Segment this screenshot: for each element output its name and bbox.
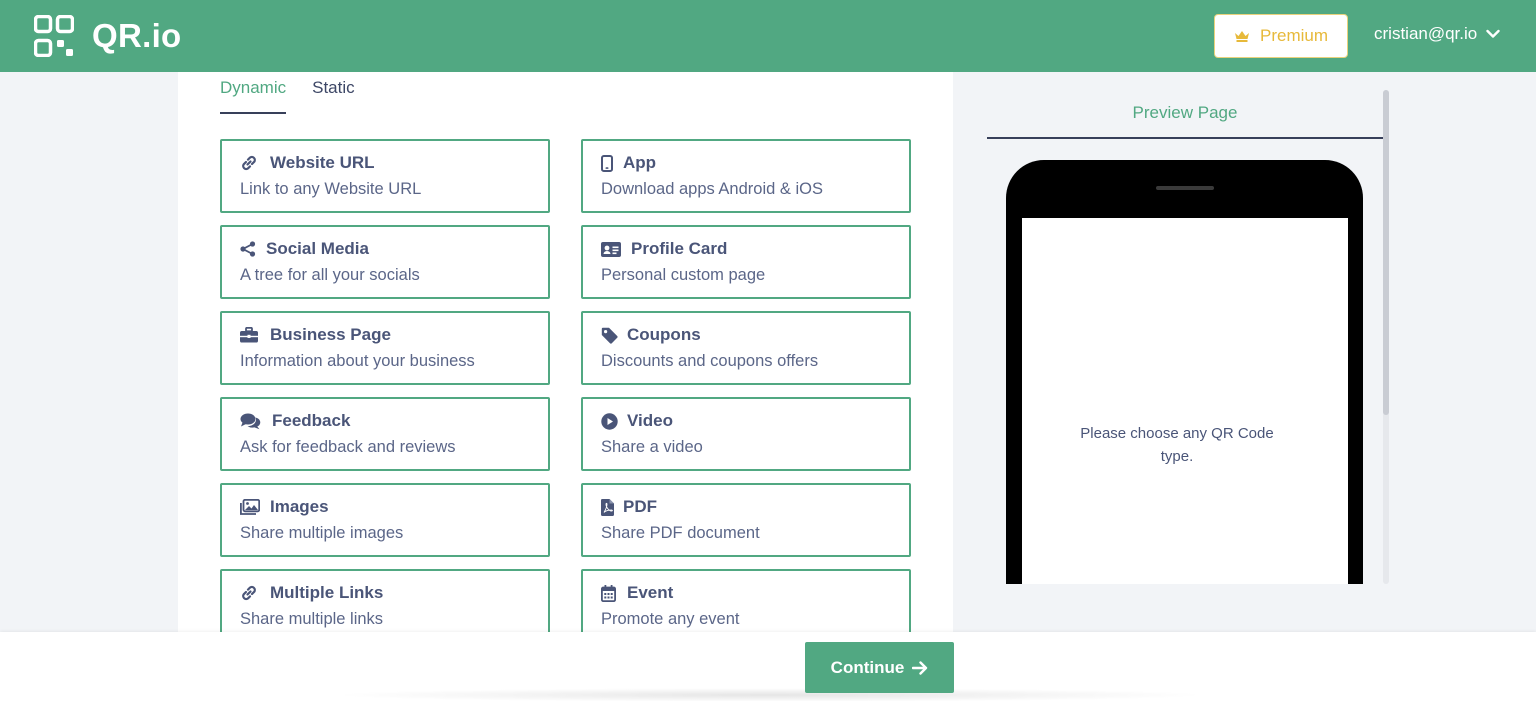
card-header: App [601,153,656,173]
footer-bar: Continue [0,632,1536,701]
card-description: Personal custom page [601,266,766,284]
card-title: Event [627,583,674,602]
crown-icon [1234,31,1249,42]
card-title: Business Page [270,325,391,344]
calendar-icon [601,584,619,602]
card-title: Feedback [272,411,351,430]
app-name: QR.io [92,17,182,54]
tab-static[interactable]: Static [312,78,355,114]
share-icon [240,241,258,257]
card-title: Social Media [266,239,369,258]
preview-page-tab: Preview Page [1132,103,1238,122]
qr-type-social-media[interactable]: Social Media A tree for all your socials [220,225,550,299]
card-header: Coupons [601,325,701,345]
card-description: Share multiple links [240,610,384,628]
id-card-icon [601,241,623,257]
play-circle-icon [601,412,619,430]
card-description: Share multiple images [240,524,404,542]
qr-type-video[interactable]: Video Share a video [581,397,911,471]
qr-logo-icon [34,15,74,57]
app-logo[interactable]: QR.io [34,15,182,57]
qr-type-app[interactable]: App Download apps Android & iOS [581,139,911,213]
qr-type-pdf[interactable]: PDF Share PDF document [581,483,911,557]
card-header: Website URL [240,153,375,173]
qr-type-feedback[interactable]: Feedback Ask for feedback and reviews [220,397,550,471]
mobile-icon [601,154,615,172]
qr-type-website-url[interactable]: Website URL Link to any Website URL [220,139,550,213]
arrow-right-icon [912,660,928,675]
tab-dynamic[interactable]: Dynamic [220,78,287,114]
qr-type-coupons[interactable]: Coupons Discounts and coupons offers [581,311,911,385]
link-icon [240,584,262,602]
card-description: Ask for feedback and reviews [240,438,456,456]
card-title: Images [270,497,329,516]
phone-screen: Please choose any QR Code type. [1022,218,1348,584]
pdf-file-icon [601,498,615,516]
footer-shadow [330,688,1210,701]
tag-icon [601,327,619,344]
briefcase-icon [240,327,262,343]
chevron-down-icon [1486,29,1500,38]
card-header: Social Media [240,239,369,259]
continue-label: Continue [830,657,905,677]
card-title: PDF [623,497,657,516]
preview-tab-underline [987,137,1383,139]
card-description: Discounts and coupons offers [601,352,819,370]
card-title: Profile Card [631,239,728,258]
qr-type-panel: Dynamic Static Website URL Link to any W… [178,72,953,643]
card-header: Images [240,497,329,517]
preview-placeholder-message: Please choose any QR Code type. [1080,425,1274,465]
phone-speaker [1156,186,1214,190]
phone-mockup: Please choose any QR Code type. [1006,160,1363,584]
card-header: PDF [601,497,657,517]
card-title: Coupons [627,325,701,344]
card-description: Link to any Website URL [240,180,422,198]
user-menu[interactable]: cristian@qr.io [1374,24,1500,44]
user-email: cristian@qr.io [1374,24,1478,43]
images-icon [240,499,262,515]
card-title: Multiple Links [270,583,384,602]
card-header: Feedback [240,411,350,431]
card-header: Event [601,583,673,603]
card-title: Website URL [270,153,375,172]
card-description: Share a video [601,438,703,456]
scrollbar-thumb[interactable] [1383,90,1389,415]
qr-type-business-page[interactable]: Business Page Information about your bus… [220,311,550,385]
card-description: Download apps Android & iOS [601,180,823,198]
continue-button[interactable]: Continue [805,642,954,693]
qr-mode-tabs: Dynamic Static [220,78,381,114]
preview-scrollbar[interactable] [1383,90,1389,584]
card-description: Promote any event [601,610,740,628]
premium-button[interactable]: Premium [1214,14,1348,58]
card-header: Profile Card [601,239,727,259]
qr-type-profile-card[interactable]: Profile Card Personal custom page [581,225,911,299]
card-description: Share PDF document [601,524,760,542]
qr-type-images[interactable]: Images Share multiple images [220,483,550,557]
premium-label: Premium [1259,26,1328,45]
card-header: Business Page [240,325,391,345]
card-title: App [623,153,657,172]
card-description: Information about your business [240,352,475,370]
card-header: Video [601,411,673,431]
card-title: Video [627,411,673,430]
card-header: Multiple Links [240,583,383,603]
comments-icon [240,413,264,430]
link-icon [240,154,262,172]
top-header: QR.io Premium cristian@qr.io [0,0,1536,72]
card-description: A tree for all your socials [240,266,420,284]
